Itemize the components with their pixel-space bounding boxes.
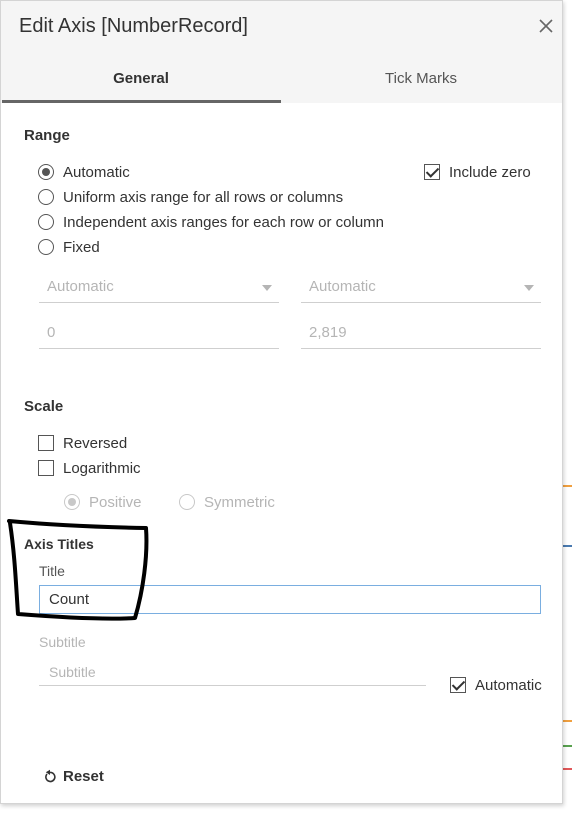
subtitle-automatic-checkbox[interactable] <box>450 677 466 693</box>
logarithmic-label: Logarithmic <box>63 459 141 477</box>
axis-titles-heading: Axis Titles <box>24 536 94 552</box>
range-end-value-field[interactable]: 2,819 <box>301 319 541 349</box>
range-start-value-field[interactable]: 0 <box>39 319 279 349</box>
range-option-automatic-label: Automatic <box>63 163 130 181</box>
positive-option[interactable]: Positive <box>64 492 142 512</box>
background-view-strip <box>563 0 572 813</box>
dialog-title: Edit Axis [NumberRecord] <box>19 15 248 37</box>
radio-automatic[interactable] <box>38 164 54 180</box>
background-line-orange <box>563 485 572 487</box>
range-end-dropdown-value: Automatic <box>309 278 376 295</box>
reversed-checkbox[interactable] <box>38 435 54 451</box>
subtitle-label: Subtitle <box>39 634 86 650</box>
tab-general[interactable]: General <box>1 55 281 103</box>
subtitle-automatic-option[interactable]: Automatic <box>450 675 542 695</box>
chevron-down-icon <box>262 285 272 291</box>
include-zero-checkbox[interactable] <box>424 164 440 180</box>
scale-heading: Scale <box>24 398 64 415</box>
range-option-independent[interactable]: Independent axis ranges for each row or … <box>38 212 384 232</box>
reset-label: Reset <box>63 767 104 785</box>
close-icon[interactable] <box>537 17 555 35</box>
logarithmic-checkbox[interactable] <box>38 460 54 476</box>
positive-label: Positive <box>89 493 142 511</box>
reset-icon <box>45 769 56 783</box>
range-end-dropdown[interactable]: Automatic <box>301 273 541 303</box>
edit-axis-dialog: Edit Axis [NumberRecord] General Tick Ma… <box>0 0 563 804</box>
radio-uniform[interactable] <box>38 189 54 205</box>
range-option-uniform-label: Uniform axis range for all rows or colum… <box>63 188 344 206</box>
radio-independent[interactable] <box>38 214 54 230</box>
range-heading: Range <box>24 127 70 144</box>
background-line-blue <box>563 545 572 547</box>
radio-symmetric[interactable] <box>179 494 195 510</box>
title-label: Title <box>39 563 65 579</box>
axis-subtitle-input[interactable] <box>39 658 426 686</box>
include-zero-option[interactable]: Include zero <box>424 162 531 182</box>
background-line-orange-2 <box>563 720 572 722</box>
range-start-dropdown-value: Automatic <box>47 278 114 295</box>
range-option-fixed[interactable]: Fixed <box>38 237 100 257</box>
logarithmic-option[interactable]: Logarithmic <box>38 458 141 478</box>
reset-button[interactable]: Reset <box>44 766 104 786</box>
chevron-down-icon <box>524 285 534 291</box>
include-zero-label: Include zero <box>449 163 531 181</box>
subtitle-automatic-label: Automatic <box>475 676 542 694</box>
range-option-automatic[interactable]: Automatic <box>38 162 130 182</box>
range-option-fixed-label: Fixed <box>63 238 100 256</box>
range-option-independent-label: Independent axis ranges for each row or … <box>63 213 385 231</box>
background-line-green <box>563 745 572 747</box>
axis-title-input[interactable] <box>39 585 541 614</box>
background-line-red <box>563 768 572 770</box>
tab-tick-marks[interactable]: Tick Marks <box>281 55 561 103</box>
range-option-uniform[interactable]: Uniform axis range for all rows or colum… <box>38 187 343 207</box>
radio-fixed[interactable] <box>38 239 54 255</box>
symmetric-label: Symmetric <box>204 493 275 511</box>
radio-positive[interactable] <box>64 494 80 510</box>
dialog-title-bar: Edit Axis [NumberRecord] <box>1 1 562 55</box>
range-start-dropdown[interactable]: Automatic <box>39 273 279 303</box>
tab-bar: General Tick Marks <box>1 55 562 103</box>
symmetric-option[interactable]: Symmetric <box>179 492 275 512</box>
reversed-option[interactable]: Reversed <box>38 433 127 453</box>
reversed-label: Reversed <box>63 434 128 452</box>
